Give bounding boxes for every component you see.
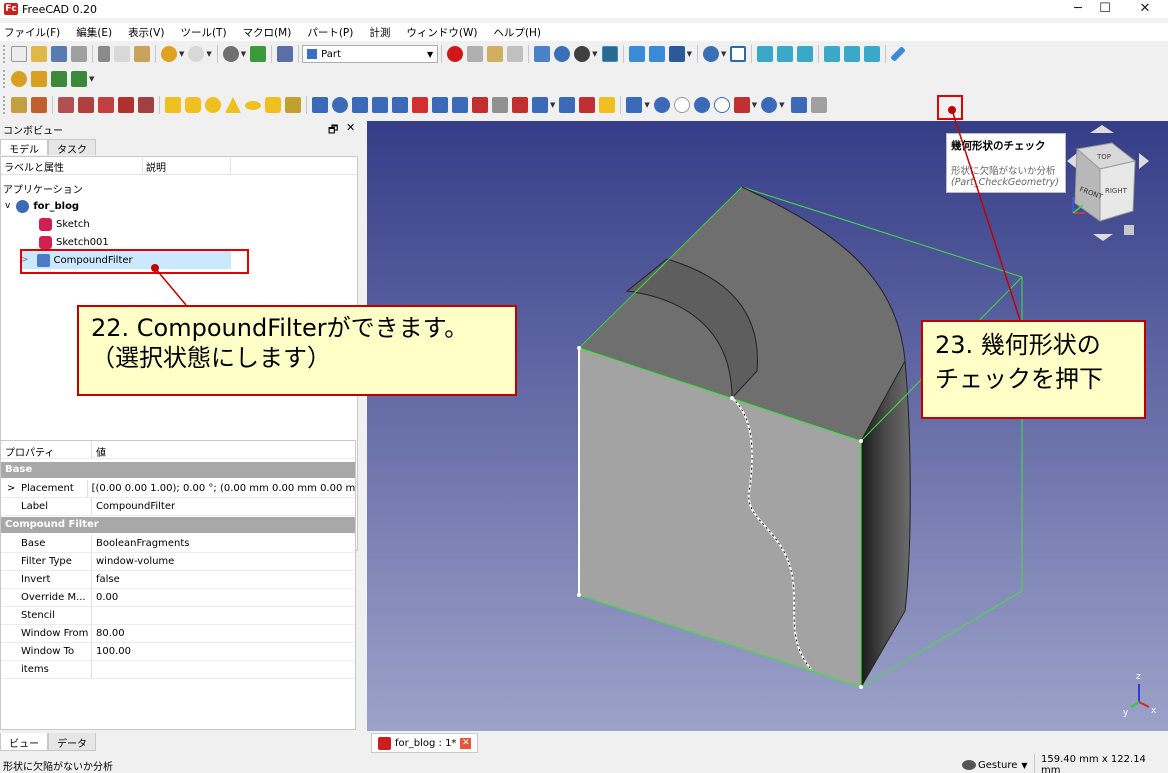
annotation-step-22-line1: 22. CompoundFilterができます。	[91, 314, 469, 342]
annotation-step-22-line2: （選択状態にします）	[91, 344, 331, 372]
annotation-step-23-line1: 23. 幾何形状の	[935, 331, 1101, 359]
freecad-window: Fc FreeCAD 0.20 ─ ☐ ✕ ファイル(F) 編集(E) 表示(V…	[0, 0, 1168, 773]
annotation-step-22: 22. CompoundFilterができます。 （選択状態にします）	[77, 305, 517, 396]
annotation-step-23: 23. 幾何形状の チェックを押下	[921, 320, 1146, 419]
annotation-step-23-line2: チェックを押下	[935, 365, 1103, 393]
